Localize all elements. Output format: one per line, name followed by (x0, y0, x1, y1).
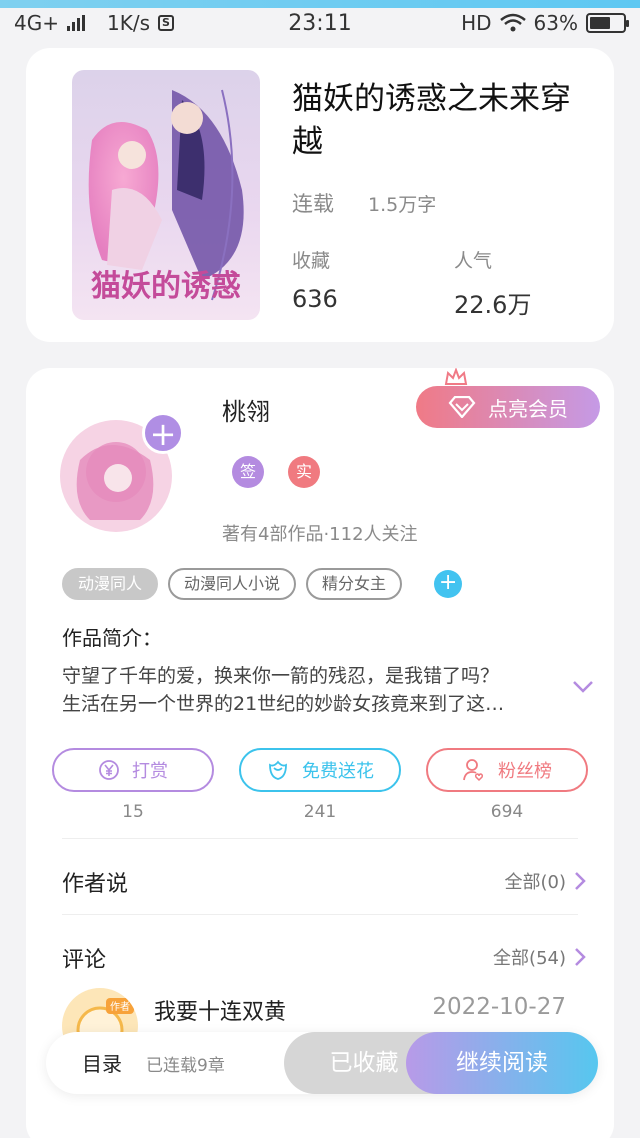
chevron-down-icon[interactable] (572, 680, 594, 694)
tag-item[interactable]: 动漫同人 (62, 568, 159, 600)
bottom-action-bar: 目录 已连载9章 已收藏 继续阅读 (46, 1032, 598, 1094)
network-type: 4G+ (14, 11, 59, 35)
author-tag-text: 作者 (110, 1001, 130, 1013)
author-name: 桃翎 (222, 398, 270, 426)
book-cover[interactable]: 猫妖的诱惑 (72, 70, 260, 320)
battery-percent: 63% (533, 11, 578, 35)
reward-count: 15 (122, 802, 144, 822)
fan-rank-button[interactable]: 粉丝榜 (426, 748, 588, 792)
vip-button-group: 点亮会员 (416, 368, 602, 430)
popularity-stat: 人气 22.6万 (454, 246, 531, 320)
author-says-all-label: 全部(0) (504, 872, 567, 893)
reward-label: 打赏 (132, 761, 168, 782)
intro-text[interactable]: 守望了千年的爱，换来你一箭的残忍，是我错了吗？ 生活在另一个世界的21世纪的妙龄… (62, 662, 562, 718)
send-flower-button[interactable]: 免费送花 (239, 748, 401, 792)
book-status: 连载 (292, 192, 334, 216)
network-speed: 1K/s (106, 11, 150, 35)
favorites-label: 收藏 (292, 250, 331, 272)
author-card: + 桃翎 签 实 著有4部作品·112人关注 点亮会员 动漫同人 动漫同人小说 … (26, 368, 614, 1138)
user-heart-icon (463, 759, 484, 782)
reward-button[interactable]: 打赏 (52, 748, 214, 792)
crown-icon (444, 368, 468, 385)
signed-badge: 签 (232, 456, 264, 488)
flower-count: 241 (303, 802, 337, 822)
chevron-right-icon (575, 948, 586, 966)
flower-icon (269, 760, 287, 780)
cover-title-art: 猫妖的诱惑 (91, 269, 241, 304)
popularity-label: 人气 (454, 250, 493, 272)
status-bar: 4G+ 1K/s S 23:11 HD 63% (0, 6, 640, 40)
popularity-value: 22.6万 (454, 291, 532, 319)
signal-icon (66, 15, 85, 31)
intro-line: 守望了千年的爱，换来你一箭的残忍，是我错了吗？ (62, 665, 500, 687)
favorites-stat: 收藏 636 (292, 246, 338, 313)
author-says-title: 作者说 (62, 872, 129, 897)
catalog-button[interactable]: 目录 (82, 1048, 122, 1077)
chevron-right-icon (575, 872, 586, 890)
word-count: 1.5万字 (368, 194, 437, 216)
intro-line: 生活在另一个世界的21世纪的妙龄女孩竟来到了这… (62, 693, 505, 715)
tag-list: 动漫同人 动漫同人小说 精分女主 + (62, 568, 463, 600)
divider (62, 914, 578, 915)
comment-date: 2022-10-27 (432, 994, 566, 1020)
battery-icon (586, 13, 629, 33)
continue-reading-button[interactable]: 继续阅读 (406, 1032, 598, 1094)
comments-all-link[interactable]: 全部(54) (493, 944, 586, 970)
author-says-all-link[interactable]: 全部(0) (505, 868, 587, 894)
chapter-count: 已连载9章 (146, 1056, 225, 1076)
follow-plus-icon[interactable]: + (142, 412, 184, 454)
diamond-icon (448, 396, 476, 418)
divider (62, 838, 578, 839)
author-stats: 著有4部作品·112人关注 (222, 524, 418, 545)
commenter-name: 我要十连双黄 (154, 1000, 287, 1025)
vip-button[interactable]: 点亮会员 (416, 386, 600, 428)
comments-title: 评论 (62, 948, 107, 973)
comments-all-label: 全部(54) (493, 948, 566, 969)
verified-badge: 实 (288, 456, 320, 488)
add-tag-icon[interactable]: + (434, 570, 463, 598)
intro-label: 作品简介： (62, 626, 162, 650)
wifi-icon (499, 13, 526, 32)
fan-rank-count: 694 (490, 802, 524, 822)
s-app-icon: S (157, 15, 174, 31)
book-info-card: 猫妖的诱惑 猫妖的诱惑之未来穿越 连载 1.5万字 收藏 636 人气 22.6… (26, 48, 614, 342)
send-flower-label: 免费送花 (302, 761, 374, 782)
favorites-value: 636 (292, 285, 338, 313)
fan-rank-label: 粉丝榜 (498, 761, 552, 782)
yen-coin-icon (99, 760, 119, 780)
vip-button-label: 点亮会员 (488, 396, 568, 421)
tag-item[interactable]: 动漫同人小说 (168, 568, 297, 600)
hd-indicator: HD (461, 11, 492, 35)
tag-item[interactable]: 精分女主 (306, 568, 403, 600)
book-title: 猫妖的诱惑之未来穿越 (292, 81, 571, 160)
